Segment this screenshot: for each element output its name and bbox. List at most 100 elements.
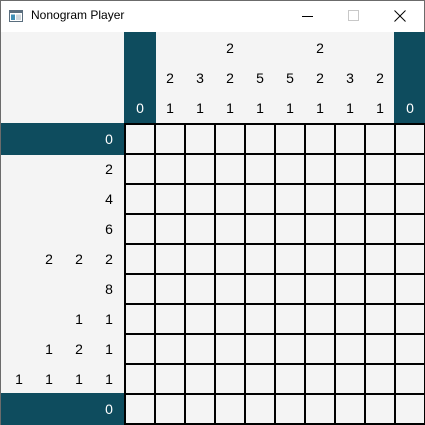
grid-cell[interactable] xyxy=(274,123,306,155)
grid-cell[interactable] xyxy=(304,243,336,275)
grid-cell[interactable] xyxy=(124,213,156,245)
grid-cell[interactable] xyxy=(274,303,306,335)
grid-cell[interactable] xyxy=(364,183,396,215)
grid-cell[interactable] xyxy=(274,363,306,395)
grid-cell[interactable] xyxy=(394,273,425,305)
minimize-button[interactable] xyxy=(285,1,331,31)
grid-cell[interactable] xyxy=(154,183,186,215)
grid-cell[interactable] xyxy=(184,303,216,335)
grid-cell[interactable] xyxy=(394,363,425,395)
grid-cell[interactable] xyxy=(184,393,216,425)
grid-cell[interactable] xyxy=(184,363,216,395)
grid-cell[interactable] xyxy=(304,123,336,155)
grid-cell[interactable] xyxy=(334,213,366,245)
grid-cell[interactable] xyxy=(124,333,156,365)
grid-cell[interactable] xyxy=(154,363,186,395)
grid-cell[interactable] xyxy=(184,273,216,305)
grid-cell[interactable] xyxy=(334,153,366,185)
grid-cell[interactable] xyxy=(334,333,366,365)
grid-cell[interactable] xyxy=(214,183,246,215)
grid-cell[interactable] xyxy=(304,153,336,185)
grid-cell[interactable] xyxy=(274,243,306,275)
grid-cell[interactable] xyxy=(394,303,425,335)
grid-cell[interactable] xyxy=(184,213,216,245)
grid-cell[interactable] xyxy=(364,243,396,275)
grid-cell[interactable] xyxy=(244,363,276,395)
grid-cell[interactable] xyxy=(304,273,336,305)
grid-cell[interactable] xyxy=(154,153,186,185)
grid-cell[interactable] xyxy=(154,303,186,335)
grid-cell[interactable] xyxy=(274,183,306,215)
grid-cell[interactable] xyxy=(334,303,366,335)
grid-cell[interactable] xyxy=(184,183,216,215)
grid-cell[interactable] xyxy=(304,303,336,335)
grid-cell[interactable] xyxy=(334,273,366,305)
grid-cell[interactable] xyxy=(184,153,216,185)
grid-cell[interactable] xyxy=(394,393,425,425)
grid-cell[interactable] xyxy=(154,393,186,425)
grid-cell[interactable] xyxy=(214,393,246,425)
maximize-button[interactable] xyxy=(331,1,377,31)
grid-cell[interactable] xyxy=(214,303,246,335)
grid-cell[interactable] xyxy=(274,333,306,365)
grid-cell[interactable] xyxy=(394,123,425,155)
grid-cell[interactable] xyxy=(304,213,336,245)
grid-cell[interactable] xyxy=(334,243,366,275)
grid-cell[interactable] xyxy=(214,273,246,305)
grid-cell[interactable] xyxy=(184,123,216,155)
grid-cell[interactable] xyxy=(364,393,396,425)
grid-cell[interactable] xyxy=(244,333,276,365)
grid-cell[interactable] xyxy=(244,123,276,155)
grid-cell[interactable] xyxy=(244,213,276,245)
grid-cell[interactable] xyxy=(184,333,216,365)
grid-cell[interactable] xyxy=(334,183,366,215)
grid-cell[interactable] xyxy=(124,273,156,305)
grid-cell[interactable] xyxy=(364,123,396,155)
grid-cell[interactable] xyxy=(274,153,306,185)
grid-cell[interactable] xyxy=(214,333,246,365)
grid-cell[interactable] xyxy=(154,243,186,275)
grid-cell[interactable] xyxy=(394,153,425,185)
close-button[interactable] xyxy=(377,1,423,31)
grid-cell[interactable] xyxy=(394,213,425,245)
grid-cell[interactable] xyxy=(274,393,306,425)
grid-cell[interactable] xyxy=(154,273,186,305)
grid-cell[interactable] xyxy=(304,363,336,395)
grid-cell[interactable] xyxy=(124,153,156,185)
grid-cell[interactable] xyxy=(214,213,246,245)
grid-cell[interactable] xyxy=(244,243,276,275)
grid-cell[interactable] xyxy=(364,153,396,185)
grid-cell[interactable] xyxy=(274,213,306,245)
grid-cell[interactable] xyxy=(304,333,336,365)
grid-cell[interactable] xyxy=(394,243,425,275)
grid-cell[interactable] xyxy=(154,123,186,155)
grid-cell[interactable] xyxy=(304,183,336,215)
title-bar[interactable]: Nonogram Player xyxy=(1,1,424,31)
grid-cell[interactable] xyxy=(244,273,276,305)
grid-cell[interactable] xyxy=(364,303,396,335)
grid-cell[interactable] xyxy=(214,363,246,395)
grid-cell[interactable] xyxy=(334,363,366,395)
grid-cell[interactable] xyxy=(124,363,156,395)
grid-cell[interactable] xyxy=(334,393,366,425)
grid-cell[interactable] xyxy=(364,273,396,305)
grid-cell[interactable] xyxy=(244,303,276,335)
grid-cell[interactable] xyxy=(394,333,425,365)
grid-cell[interactable] xyxy=(124,303,156,335)
grid-cell[interactable] xyxy=(244,393,276,425)
grid-cell[interactable] xyxy=(154,213,186,245)
grid-cell[interactable] xyxy=(124,183,156,215)
grid-cell[interactable] xyxy=(274,273,306,305)
grid-cell[interactable] xyxy=(124,123,156,155)
grid-cell[interactable] xyxy=(124,393,156,425)
grid-cell[interactable] xyxy=(184,243,216,275)
grid-cell[interactable] xyxy=(244,153,276,185)
grid-cell[interactable] xyxy=(334,123,366,155)
grid-cell[interactable] xyxy=(214,123,246,155)
grid-cell[interactable] xyxy=(244,183,276,215)
grid-cell[interactable] xyxy=(214,243,246,275)
grid-cell[interactable] xyxy=(214,153,246,185)
grid-cell[interactable] xyxy=(124,243,156,275)
grid-cell[interactable] xyxy=(394,183,425,215)
grid-cell[interactable] xyxy=(364,363,396,395)
